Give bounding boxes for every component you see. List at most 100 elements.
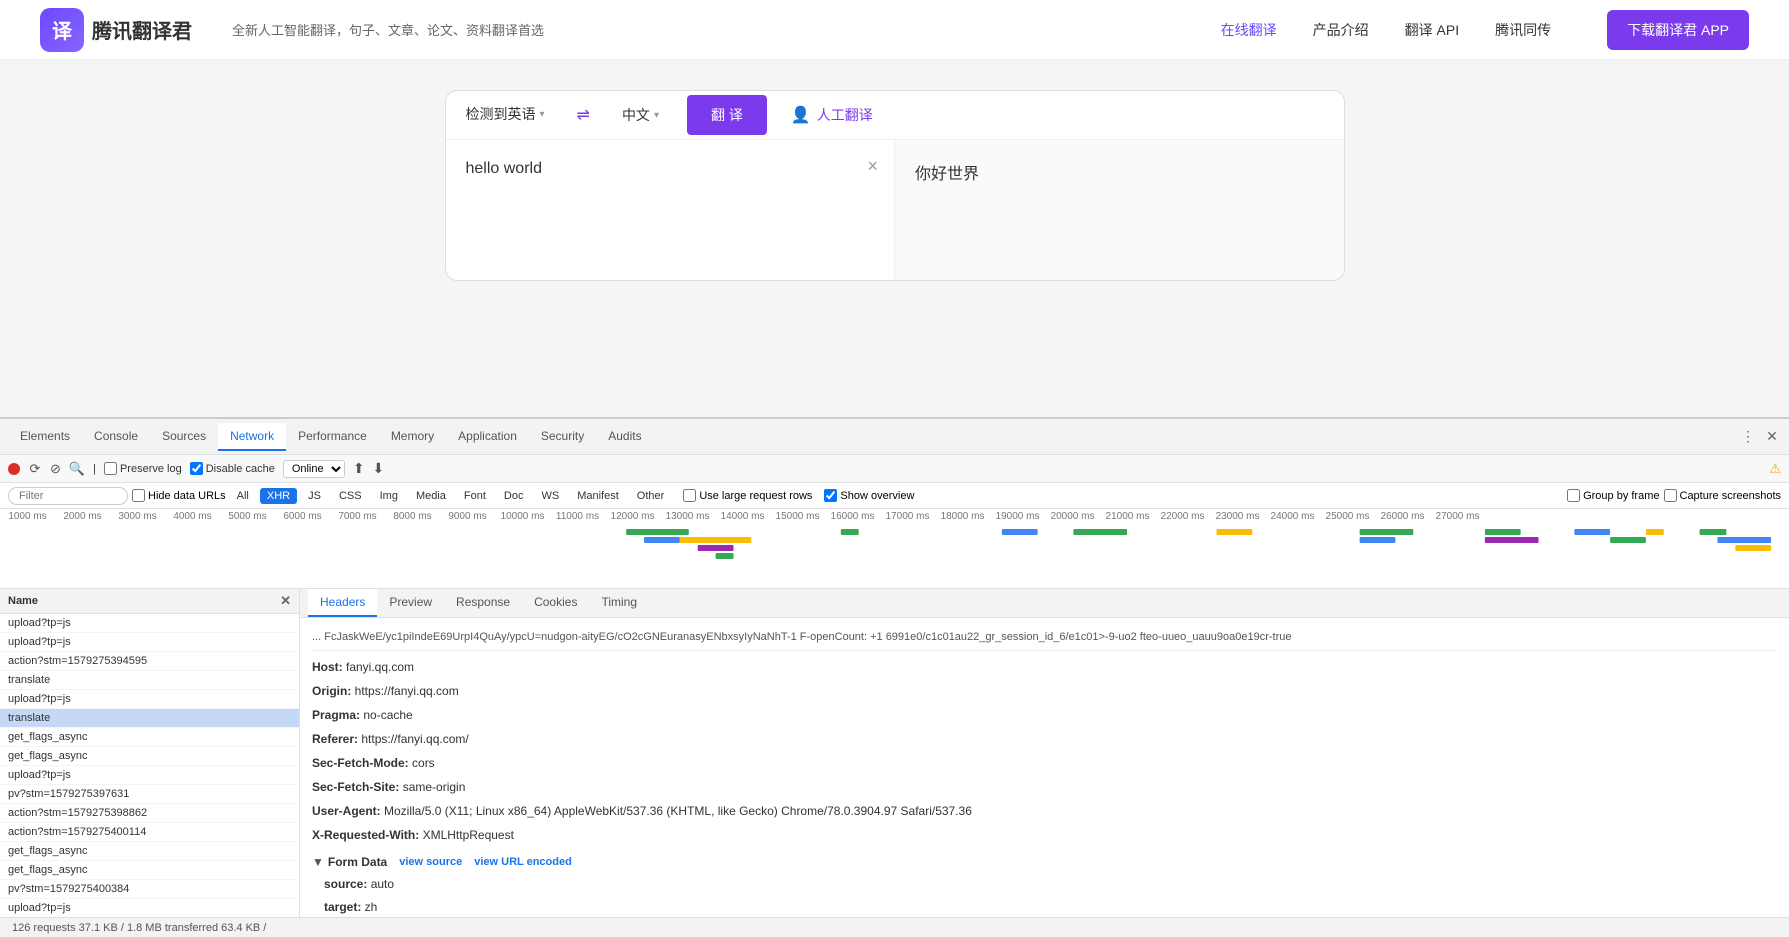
translate-button[interactable]: 翻 译 (687, 95, 767, 135)
tab-console[interactable]: Console (82, 423, 150, 451)
filter-font[interactable]: Font (457, 488, 493, 504)
request-item[interactable]: upload?tp=js (0, 690, 299, 709)
form-data-label: Form Data (328, 855, 387, 869)
filter-icon[interactable]: ⊘ (50, 461, 61, 477)
nav-link-tongchuan[interactable]: 腾讯同传 (1495, 20, 1551, 40)
request-item[interactable]: get_flags_async (0, 861, 299, 880)
tab-security[interactable]: Security (529, 423, 596, 451)
disable-cache-checkbox[interactable]: Disable cache (190, 462, 275, 475)
use-large-rows-checkbox[interactable]: Use large request rows (683, 489, 812, 502)
request-item[interactable]: translate (0, 671, 299, 690)
filter-other[interactable]: Other (630, 488, 672, 504)
request-item[interactable]: upload?tp=js (0, 899, 299, 917)
tl-13000: 13000 ms (660, 511, 715, 522)
detail-tab-cookies[interactable]: Cookies (522, 589, 589, 617)
tl-16000: 16000 ms (825, 511, 880, 522)
tab-network[interactable]: Network (218, 423, 286, 451)
show-overview-input[interactable] (824, 489, 837, 502)
request-item[interactable]: get_flags_async (0, 728, 299, 747)
refresh-button[interactable]: ⟳ (28, 462, 42, 476)
tl-21000: 21000 ms (1100, 511, 1155, 522)
detail-tab-headers[interactable]: Headers (308, 589, 377, 617)
input-area: hello world × (446, 140, 896, 280)
tl-5000: 5000 ms (220, 511, 275, 522)
filter-all[interactable]: All (230, 488, 256, 504)
request-item[interactable]: upload?tp=js (0, 614, 299, 633)
capture-screenshots-checkbox[interactable]: Capture screenshots (1664, 489, 1782, 502)
filter-js[interactable]: JS (301, 488, 328, 504)
target-lang-selector[interactable]: 中文 ▾ (602, 93, 679, 137)
tab-audits[interactable]: Audits (596, 423, 653, 451)
view-source-link[interactable]: view source (399, 856, 462, 868)
devtools-settings-icon[interactable]: ⋮ (1739, 428, 1757, 446)
record-button[interactable] (8, 463, 20, 475)
human-translate-button[interactable]: 👤 人工翻译 (775, 95, 889, 135)
clear-input-button[interactable]: × (867, 156, 878, 177)
tab-memory[interactable]: Memory (379, 423, 446, 451)
tl-27000: 27000 ms (1430, 511, 1485, 522)
view-url-encoded-link[interactable]: view URL encoded (474, 856, 572, 868)
request-item[interactable]: pv?stm=1579275397631 (0, 785, 299, 804)
filter-doc[interactable]: Doc (497, 488, 531, 504)
request-item[interactable]: action?stm=1579275398862 (0, 804, 299, 823)
tab-performance[interactable]: Performance (286, 423, 379, 451)
filter-input[interactable] (8, 487, 128, 505)
download-button[interactable]: 下载翻译君 APP (1607, 10, 1749, 50)
search-icon[interactable]: 🔍 (69, 461, 85, 477)
form-data-expand[interactable]: ▼ (312, 855, 324, 869)
request-item[interactable]: upload?tp=js (0, 766, 299, 785)
lang-swap-button[interactable]: ⇌ (565, 105, 602, 125)
tab-elements[interactable]: Elements (8, 423, 82, 451)
filter-media[interactable]: Media (409, 488, 453, 504)
request-item[interactable]: action?stm=1579275394595 (0, 652, 299, 671)
source-text-input[interactable]: hello world (466, 160, 875, 250)
nav-link-product[interactable]: 产品介绍 (1313, 20, 1369, 40)
hide-data-urls-label: Hide data URLs (148, 490, 226, 502)
detail-tab-timing[interactable]: Timing (589, 589, 649, 617)
tl-22000: 22000 ms (1155, 511, 1210, 522)
tab-application[interactable]: Application (446, 423, 529, 451)
tab-sources[interactable]: Sources (150, 423, 218, 451)
request-item[interactable]: get_flags_async (0, 842, 299, 861)
tl-7000: 7000 ms (330, 511, 385, 522)
filter-img[interactable]: Img (373, 488, 405, 504)
throttle-select[interactable]: Online (283, 460, 345, 478)
group-by-frame-checkbox[interactable]: Group by frame (1567, 489, 1659, 502)
show-overview-checkbox[interactable]: Show overview (824, 489, 914, 502)
nav-links: 在线翻译 产品介绍 翻译 API 腾讯同传 下载翻译君 APP (1221, 10, 1749, 50)
pragma-header-name: Pragma: (312, 708, 363, 722)
x-requested-with-name: X-Requested-With: (312, 828, 423, 842)
request-item[interactable]: upload?tp=js (0, 633, 299, 652)
detail-tab-response[interactable]: Response (444, 589, 522, 617)
disable-cache-input[interactable] (190, 462, 203, 475)
preserve-log-input[interactable] (104, 462, 117, 475)
request-item[interactable]: pv?stm=1579275400384 (0, 880, 299, 899)
hide-data-urls-checkbox[interactable]: Hide data URLs (132, 489, 226, 502)
preserve-log-checkbox[interactable]: Preserve log (104, 462, 182, 475)
filter-ws[interactable]: WS (534, 488, 566, 504)
detail-tab-preview[interactable]: Preview (377, 589, 444, 617)
import-button[interactable]: ⬆ (353, 460, 365, 477)
nav-link-api[interactable]: 翻译 API (1405, 20, 1459, 40)
request-item[interactable]: get_flags_async (0, 747, 299, 766)
filter-manifest[interactable]: Manifest (570, 488, 626, 504)
nav-link-translate[interactable]: 在线翻译 (1221, 20, 1277, 40)
source-lang-selector[interactable]: 检测到英语 ▾ (446, 92, 565, 138)
main-content: 检测到英语 ▾ ⇌ 中文 ▾ 翻 译 👤 人工翻译 hello world × … (0, 60, 1789, 281)
host-header-value: fanyi.qq.com (346, 660, 414, 674)
devtools-close-icon[interactable]: ✕ (1763, 428, 1781, 446)
group-by-frame-input[interactable] (1567, 489, 1580, 502)
use-large-rows-input[interactable] (683, 489, 696, 502)
timeline-area: 1000 ms 2000 ms 3000 ms 4000 ms 5000 ms … (0, 509, 1789, 589)
lang-selector-bar: 检测到英语 ▾ ⇌ 中文 ▾ 翻 译 👤 人工翻译 (446, 91, 1344, 140)
filter-css[interactable]: CSS (332, 488, 369, 504)
export-button[interactable]: ⬇ (373, 460, 385, 477)
close-panel-button[interactable]: ✕ (280, 593, 291, 609)
form-target-key: target: (324, 900, 365, 914)
request-item[interactable]: action?stm=1579275400114 (0, 823, 299, 842)
filter-xhr[interactable]: XHR (260, 488, 297, 504)
hide-data-urls-input[interactable] (132, 489, 145, 502)
tl-20000: 20000 ms (1045, 511, 1100, 522)
capture-screenshots-input[interactable] (1664, 489, 1677, 502)
request-item-selected[interactable]: translate (0, 709, 299, 728)
